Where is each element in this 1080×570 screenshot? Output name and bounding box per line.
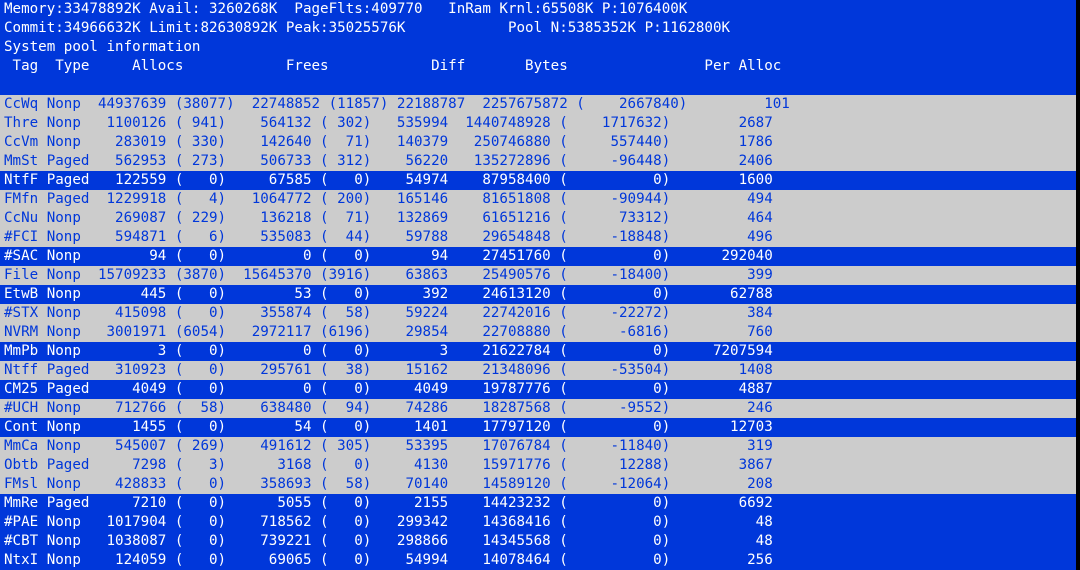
row-text: NtxI Nonp 124059 ( 0) 69065 ( 0) 54994 1… bbox=[4, 552, 773, 568]
table-row: FMfn Paged 1229918 ( 4) 1064772 ( 200) 1… bbox=[0, 190, 1076, 209]
table-row: NtfF Paged 122559 ( 0) 67585 ( 0) 54974 … bbox=[0, 171, 1076, 190]
row-text: NVRM Nonp 3001971 (6054) 2972117 (6196) … bbox=[4, 324, 773, 340]
column-headers: Tag Type Allocs Frees Diff Bytes Per All… bbox=[0, 57, 1076, 76]
table-row: CcNu Nonp 269087 ( 229) 136218 ( 71) 132… bbox=[0, 209, 1076, 228]
row-text: FMfn Paged 1229918 ( 4) 1064772 ( 200) 1… bbox=[4, 191, 773, 207]
table-row: CcWq Nonp 44937639 (38077) 22748852 (118… bbox=[0, 95, 1076, 114]
row-text: EtwB Nonp 445 ( 0) 53 ( 0) 392 24613120 … bbox=[4, 286, 773, 302]
row-text: Ntff Paged 310923 ( 0) 295761 ( 38) 1516… bbox=[4, 362, 773, 378]
table-row: Cont Nonp 1455 ( 0) 54 ( 0) 1401 1779712… bbox=[0, 418, 1076, 437]
console-window: Memory:33478892K Avail: 3260268K PageFlt… bbox=[0, 0, 1076, 570]
row-text: Thre Nonp 1100126 ( 941) 564132 ( 302) 5… bbox=[4, 115, 773, 131]
table-row: CcVm Nonp 283019 ( 330) 142640 ( 71) 140… bbox=[0, 133, 1076, 152]
table-row: #FCI Nonp 594871 ( 6) 535083 ( 44) 59788… bbox=[0, 228, 1076, 247]
table-row: NVRM Nonp 3001971 (6054) 2972117 (6196) … bbox=[0, 323, 1076, 342]
row-text: CcNu Nonp 269087 ( 229) 136218 ( 71) 132… bbox=[4, 210, 773, 226]
table-row: Ntff Paged 310923 ( 0) 295761 ( 38) 1516… bbox=[0, 361, 1076, 380]
table-row: MmRe Paged 7210 ( 0) 5055 ( 0) 2155 1442… bbox=[0, 494, 1076, 513]
table-row: NtxI Nonp 124059 ( 0) 69065 ( 0) 54994 1… bbox=[0, 551, 1076, 570]
row-text: NtfF Paged 122559 ( 0) 67585 ( 0) 54974 … bbox=[4, 172, 773, 188]
table-row: EtwB Nonp 445 ( 0) 53 ( 0) 392 24613120 … bbox=[0, 285, 1076, 304]
row-text: #FCI Nonp 594871 ( 6) 535083 ( 44) 59788… bbox=[4, 229, 773, 245]
row-text: File Nonp 15709233 (3870) 15645370 (3916… bbox=[4, 267, 773, 283]
table-row: CM25 Paged 4049 ( 0) 0 ( 0) 4049 1978777… bbox=[0, 380, 1076, 399]
table-row: File Nonp 15709233 (3870) 15645370 (3916… bbox=[0, 266, 1076, 285]
spacer-line bbox=[0, 76, 1076, 95]
row-text: Cont Nonp 1455 ( 0) 54 ( 0) 1401 1779712… bbox=[4, 419, 773, 435]
row-text: MmCa Nonp 545007 ( 269) 491612 ( 305) 53… bbox=[4, 438, 773, 454]
row-text: Obtb Paged 7298 ( 3) 3168 ( 0) 4130 1597… bbox=[4, 457, 773, 473]
table-row: MmSt Paged 562953 ( 273) 506733 ( 312) 5… bbox=[0, 152, 1076, 171]
row-text: FMsl Nonp 428833 ( 0) 358693 ( 58) 70140… bbox=[4, 476, 773, 492]
row-text: MmSt Paged 562953 ( 273) 506733 ( 312) 5… bbox=[4, 153, 773, 169]
table-row: #STX Nonp 415098 ( 0) 355874 ( 58) 59224… bbox=[0, 304, 1076, 323]
memory-summary-line: Memory:33478892K Avail: 3260268K PageFlt… bbox=[0, 0, 1076, 19]
row-text: CM25 Paged 4049 ( 0) 0 ( 0) 4049 1978777… bbox=[4, 381, 773, 397]
row-text: CcVm Nonp 283019 ( 330) 142640 ( 71) 140… bbox=[4, 134, 773, 150]
table-row: #UCH Nonp 712766 ( 58) 638480 ( 94) 7428… bbox=[0, 399, 1076, 418]
table-row: Obtb Paged 7298 ( 3) 3168 ( 0) 4130 1597… bbox=[0, 456, 1076, 475]
table-row: #SAC Nonp 94 ( 0) 0 ( 0) 94 27451760 ( 0… bbox=[0, 247, 1076, 266]
table-row: #CBT Nonp 1038087 ( 0) 739221 ( 0) 29886… bbox=[0, 532, 1076, 551]
row-text: #STX Nonp 415098 ( 0) 355874 ( 58) 59224… bbox=[4, 305, 773, 321]
commit-summary-line: Commit:34966632K Limit:82630892K Peak:35… bbox=[0, 19, 1076, 38]
row-text: #SAC Nonp 94 ( 0) 0 ( 0) 94 27451760 ( 0… bbox=[4, 248, 773, 264]
section-title: System pool information bbox=[0, 38, 1076, 57]
table-row: Thre Nonp 1100126 ( 941) 564132 ( 302) 5… bbox=[0, 114, 1076, 133]
row-text: #UCH Nonp 712766 ( 58) 638480 ( 94) 7428… bbox=[4, 400, 773, 416]
row-text: MmRe Paged 7210 ( 0) 5055 ( 0) 2155 1442… bbox=[4, 495, 773, 511]
table-row: #PAE Nonp 1017904 ( 0) 718562 ( 0) 29934… bbox=[0, 513, 1076, 532]
row-text: MmPb Nonp 3 ( 0) 0 ( 0) 3 21622784 ( 0) … bbox=[4, 343, 773, 359]
table-row: FMsl Nonp 428833 ( 0) 358693 ( 58) 70140… bbox=[0, 475, 1076, 494]
row-text: #PAE Nonp 1017904 ( 0) 718562 ( 0) 29934… bbox=[4, 514, 773, 530]
row-text: CcWq Nonp 44937639 (38077) 22748852 (118… bbox=[4, 96, 790, 112]
table-row: MmPb Nonp 3 ( 0) 0 ( 0) 3 21622784 ( 0) … bbox=[0, 342, 1076, 361]
table-row: MmCa Nonp 545007 ( 269) 491612 ( 305) 53… bbox=[0, 437, 1076, 456]
row-text: #CBT Nonp 1038087 ( 0) 739221 ( 0) 29886… bbox=[4, 533, 773, 549]
